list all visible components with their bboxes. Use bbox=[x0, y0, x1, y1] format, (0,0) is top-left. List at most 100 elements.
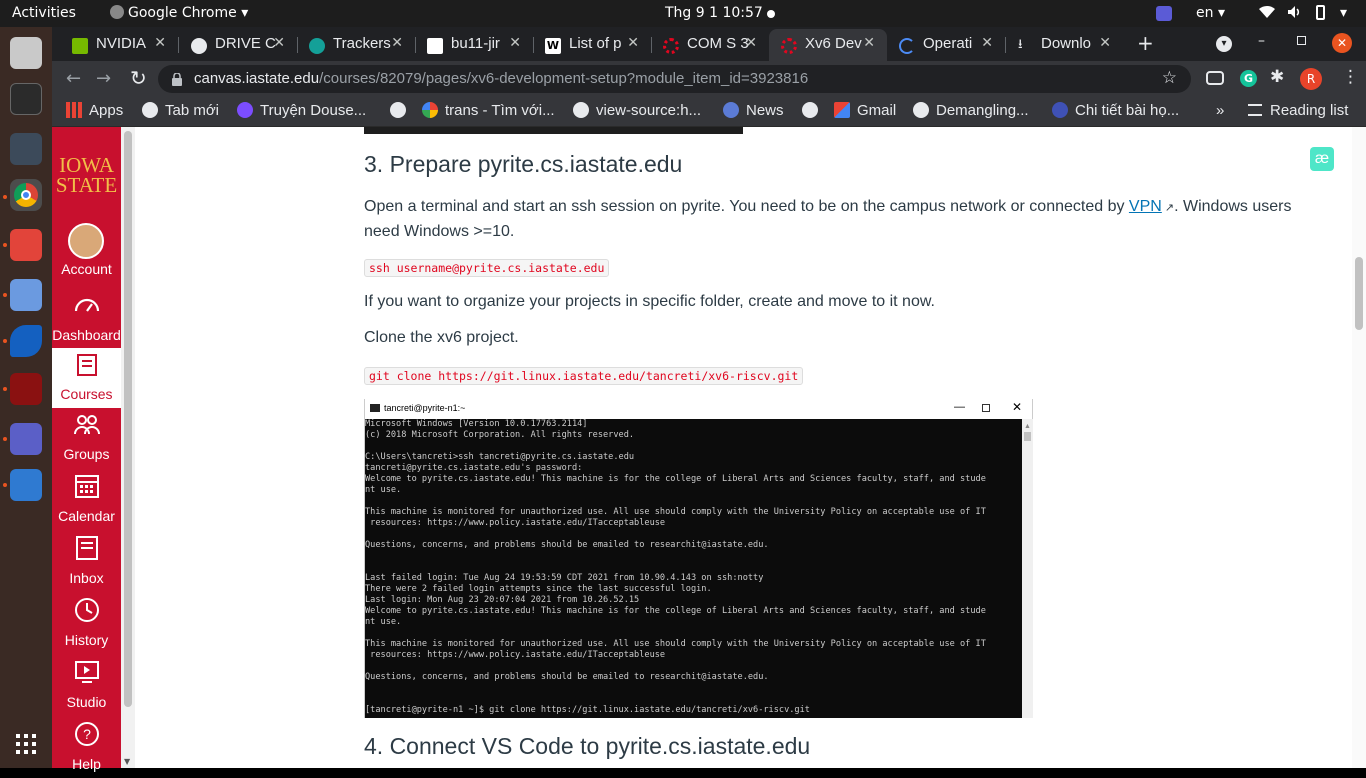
document-icon[interactable] bbox=[10, 469, 42, 501]
inbox-icon bbox=[76, 536, 98, 560]
address-bar[interactable]: canvas.iastate.edu/courses/82079/pages/x… bbox=[158, 65, 1191, 93]
close-icon[interactable]: ✕ bbox=[273, 35, 285, 51]
minimize-button[interactable]: – bbox=[1258, 33, 1265, 49]
more-bookmarks-icon[interactable]: » bbox=[1216, 102, 1224, 119]
reading-list[interactable]: Reading list bbox=[1248, 102, 1348, 119]
nav-groups[interactable]: Groups bbox=[52, 408, 121, 468]
app-menu[interactable]: Google Chrome ▾ bbox=[110, 5, 248, 21]
language-indicator[interactable]: en ▾ bbox=[1196, 5, 1225, 21]
page-scrollbar[interactable] bbox=[1352, 127, 1366, 768]
activities-button[interactable]: Activities bbox=[12, 5, 76, 21]
close-icon[interactable]: ✕ bbox=[745, 35, 757, 51]
tab-jira[interactable]: bu11-jir ✕ bbox=[415, 29, 533, 61]
running-indicator bbox=[3, 293, 7, 297]
nav-inbox[interactable]: Inbox bbox=[52, 530, 121, 592]
kebab-menu-icon[interactable]: ⋮ bbox=[1342, 67, 1359, 87]
terminal-close-icon: ✕ bbox=[1012, 400, 1023, 414]
scrollbar-thumb[interactable] bbox=[1355, 257, 1363, 330]
bookmark-tab-moi[interactable]: Tab mới bbox=[142, 102, 219, 119]
bookmark-chi-tiet[interactable]: Chi tiết bài họ... bbox=[1052, 102, 1179, 119]
profile-avatar[interactable]: R bbox=[1300, 68, 1322, 90]
ubuntu-dock bbox=[0, 27, 52, 768]
trackers-icon bbox=[309, 38, 325, 54]
system-menu-button[interactable]: ▾ bbox=[1340, 5, 1347, 21]
tab-coms[interactable]: COM S 3 ✕ bbox=[651, 29, 769, 61]
bookmark-news[interactable]: News bbox=[723, 102, 784, 119]
vpn-link[interactable]: VPN bbox=[1129, 198, 1162, 215]
files-icon[interactable] bbox=[10, 37, 42, 69]
terminal-line: Microsoft Windows [Version 10.0.17763.21… bbox=[365, 419, 588, 429]
terminal-line: This machine is monitored for unauthoriz… bbox=[365, 507, 986, 517]
bookmark-star-icon[interactable]: ☆ bbox=[1162, 68, 1177, 88]
tab-search-icon[interactable]: ▾ bbox=[1216, 36, 1232, 52]
tab-operating[interactable]: Operati ✕ bbox=[887, 29, 1005, 61]
teams-tray-icon[interactable] bbox=[1156, 6, 1172, 21]
close-icon[interactable]: ✕ bbox=[154, 35, 166, 51]
clock[interactable]: Thg 9 1 10:57 bbox=[665, 5, 763, 21]
bookmark-blank[interactable] bbox=[390, 102, 406, 119]
browser-toolbar: ← → ↻ canvas.iastate.edu/courses/82079/p… bbox=[52, 61, 1366, 97]
nav-history[interactable]: History bbox=[52, 592, 121, 654]
avatar bbox=[68, 223, 104, 259]
bookmark-apps[interactable]: Apps bbox=[66, 102, 123, 119]
grammarly-icon[interactable]: G bbox=[1240, 70, 1257, 87]
chevron-down-icon: ▾ bbox=[241, 5, 249, 21]
download-icon: ⭳ bbox=[1018, 37, 1023, 52]
scroll-down-arrow-icon[interactable]: ▼ bbox=[124, 757, 130, 766]
back-button[interactable]: ← bbox=[66, 68, 81, 89]
tab-trackers[interactable]: Trackers ✕ bbox=[297, 29, 415, 61]
puzzle-extensions-icon[interactable]: ✱ bbox=[1270, 67, 1284, 87]
forward-button[interactable]: → bbox=[96, 68, 111, 89]
tab-drive[interactable]: DRIVE C ✕ bbox=[179, 29, 297, 61]
scrollbar-thumb[interactable] bbox=[124, 131, 132, 707]
terminal-title-bar: tancreti@pyrite-n1:~ — ✕ bbox=[365, 399, 1034, 419]
nav-dashboard[interactable]: Dashboard bbox=[52, 287, 121, 349]
nav-scrollbar[interactable]: ▼ bbox=[121, 127, 135, 768]
tab-wikipedia[interactable]: W List of p ✕ bbox=[533, 29, 651, 61]
nav-studio[interactable]: Studio bbox=[52, 654, 121, 716]
bookmark-view-source[interactable]: view-source:h... bbox=[573, 102, 701, 119]
bookmark-trans[interactable]: trans - Tìm với... bbox=[422, 102, 555, 119]
nav-account[interactable]: Account bbox=[52, 221, 121, 283]
paragraph-ssh: Open a terminal and start an ssh session… bbox=[364, 198, 1292, 240]
site-icon bbox=[237, 102, 253, 118]
close-icon[interactable]: ✕ bbox=[1099, 35, 1111, 51]
close-icon[interactable]: ✕ bbox=[627, 35, 639, 51]
iowa-state-logo[interactable]: IOWA STATE bbox=[52, 155, 121, 196]
bookmark-truyen[interactable]: Truyện Douse... bbox=[237, 102, 366, 119]
chrome-dock-icon[interactable] bbox=[10, 179, 42, 211]
bookmark-blank-2[interactable] bbox=[802, 102, 818, 119]
reload-button[interactable]: ↻ bbox=[130, 66, 147, 90]
terminal-line: resources: https://www.policy.iastate.ed… bbox=[365, 518, 666, 528]
tab-nvidia[interactable]: NVIDIA ✕ bbox=[60, 29, 178, 61]
bookmark-gmail[interactable]: Gmail bbox=[834, 102, 896, 119]
tab-xv6-dev[interactable]: Xv6 Dev ✕ bbox=[769, 29, 887, 61]
extension-icon[interactable] bbox=[1206, 71, 1224, 85]
globe-icon bbox=[573, 102, 589, 118]
close-icon[interactable]: ✕ bbox=[981, 35, 993, 51]
svg-text:?: ? bbox=[83, 726, 91, 742]
close-icon[interactable]: ✕ bbox=[863, 35, 875, 51]
tab-download[interactable]: ⭳ Downlo ✕ bbox=[1005, 29, 1123, 61]
volume-icon bbox=[1286, 4, 1302, 24]
nav-courses[interactable]: Courses bbox=[52, 348, 121, 408]
terminal-line: Questions, concerns, and problems should… bbox=[365, 540, 769, 550]
maximize-button[interactable] bbox=[1297, 36, 1306, 45]
terminal-icon[interactable] bbox=[10, 83, 42, 115]
new-tab-button[interactable]: + bbox=[1137, 31, 1154, 55]
terminal-app-icon[interactable] bbox=[10, 373, 42, 405]
system-monitor-icon[interactable] bbox=[10, 133, 42, 165]
close-icon[interactable]: ✕ bbox=[509, 35, 521, 51]
window-close-button[interactable]: ✕ bbox=[1332, 33, 1352, 53]
mail-icon[interactable] bbox=[10, 279, 42, 311]
bookmark-demangling[interactable]: Demangling... bbox=[913, 102, 1029, 119]
tab-strip: NVIDIA ✕ DRIVE C ✕ Trackers ✕ bu11-jir ✕ W Li… bbox=[52, 27, 1366, 61]
nav-calendar[interactable]: Calendar bbox=[52, 468, 121, 530]
close-icon[interactable]: ✕ bbox=[391, 35, 403, 51]
show-applications-icon[interactable] bbox=[16, 734, 36, 754]
nav-help[interactable]: ? Help bbox=[52, 716, 121, 778]
vscode-icon[interactable] bbox=[10, 325, 42, 357]
teams-icon[interactable] bbox=[10, 423, 42, 455]
anydesk-icon[interactable] bbox=[10, 229, 42, 261]
immersive-reader-icon[interactable]: æ bbox=[1310, 147, 1334, 171]
